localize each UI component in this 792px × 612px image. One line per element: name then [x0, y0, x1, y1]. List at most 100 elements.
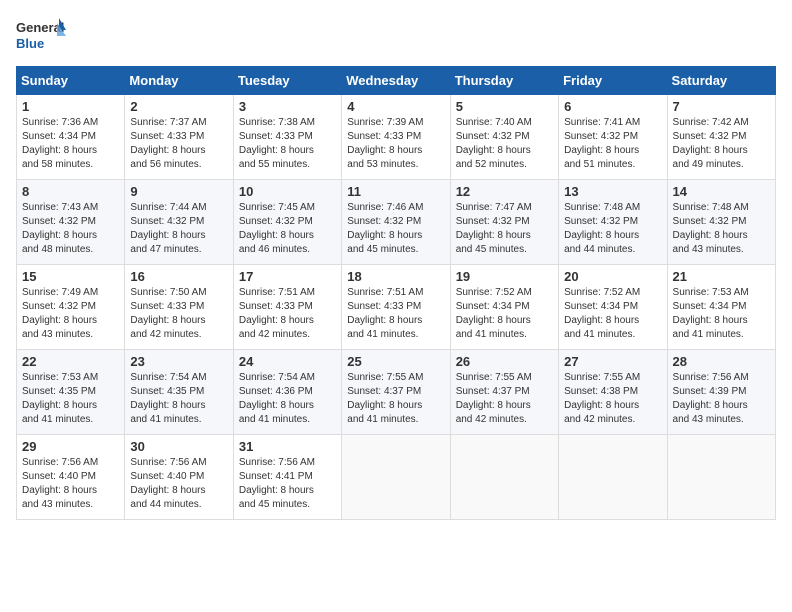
day-number: 23 — [130, 354, 227, 369]
cell-info: Sunrise: 7:42 AM Sunset: 4:32 PM Dayligh… — [673, 116, 770, 172]
table-row: 18 Sunrise: 7:51 AM Sunset: 4:33 PM Dayl… — [342, 265, 450, 350]
table-row: 16 Sunrise: 7:50 AM Sunset: 4:33 PM Dayl… — [125, 265, 233, 350]
cell-info: Sunrise: 7:39 AM Sunset: 4:33 PM Dayligh… — [347, 116, 444, 172]
day-number: 24 — [239, 354, 336, 369]
cell-info: Sunrise: 7:37 AM Sunset: 4:33 PM Dayligh… — [130, 116, 227, 172]
cell-info: Sunrise: 7:49 AM Sunset: 4:32 PM Dayligh… — [22, 286, 119, 342]
table-row: 19 Sunrise: 7:52 AM Sunset: 4:34 PM Dayl… — [450, 265, 558, 350]
col-header-sunday: Sunday — [17, 67, 125, 95]
cell-info: Sunrise: 7:51 AM Sunset: 4:33 PM Dayligh… — [239, 286, 336, 342]
day-number: 18 — [347, 269, 444, 284]
cell-info: Sunrise: 7:55 AM Sunset: 4:37 PM Dayligh… — [347, 371, 444, 427]
day-number: 22 — [22, 354, 119, 369]
day-number: 19 — [456, 269, 553, 284]
table-row: 3 Sunrise: 7:38 AM Sunset: 4:33 PM Dayli… — [233, 95, 341, 180]
cell-info: Sunrise: 7:51 AM Sunset: 4:33 PM Dayligh… — [347, 286, 444, 342]
cell-info: Sunrise: 7:53 AM Sunset: 4:34 PM Dayligh… — [673, 286, 770, 342]
table-row — [450, 435, 558, 520]
day-number: 27 — [564, 354, 661, 369]
day-number: 26 — [456, 354, 553, 369]
table-row: 17 Sunrise: 7:51 AM Sunset: 4:33 PM Dayl… — [233, 265, 341, 350]
day-number: 2 — [130, 99, 227, 114]
table-row — [559, 435, 667, 520]
day-number: 3 — [239, 99, 336, 114]
table-row: 22 Sunrise: 7:53 AM Sunset: 4:35 PM Dayl… — [17, 350, 125, 435]
day-number: 12 — [456, 184, 553, 199]
cell-info: Sunrise: 7:55 AM Sunset: 4:38 PM Dayligh… — [564, 371, 661, 427]
col-header-monday: Monday — [125, 67, 233, 95]
day-number: 25 — [347, 354, 444, 369]
cell-info: Sunrise: 7:52 AM Sunset: 4:34 PM Dayligh… — [456, 286, 553, 342]
logo-svg: General Blue — [16, 16, 71, 54]
day-number: 10 — [239, 184, 336, 199]
logo: General Blue — [16, 16, 71, 54]
day-number: 1 — [22, 99, 119, 114]
table-row: 21 Sunrise: 7:53 AM Sunset: 4:34 PM Dayl… — [667, 265, 775, 350]
table-row — [342, 435, 450, 520]
col-header-wednesday: Wednesday — [342, 67, 450, 95]
col-header-friday: Friday — [559, 67, 667, 95]
cell-info: Sunrise: 7:43 AM Sunset: 4:32 PM Dayligh… — [22, 201, 119, 257]
cell-info: Sunrise: 7:46 AM Sunset: 4:32 PM Dayligh… — [347, 201, 444, 257]
table-row: 7 Sunrise: 7:42 AM Sunset: 4:32 PM Dayli… — [667, 95, 775, 180]
day-number: 5 — [456, 99, 553, 114]
table-row: 6 Sunrise: 7:41 AM Sunset: 4:32 PM Dayli… — [559, 95, 667, 180]
table-row: 20 Sunrise: 7:52 AM Sunset: 4:34 PM Dayl… — [559, 265, 667, 350]
table-row: 24 Sunrise: 7:54 AM Sunset: 4:36 PM Dayl… — [233, 350, 341, 435]
table-row: 31 Sunrise: 7:56 AM Sunset: 4:41 PM Dayl… — [233, 435, 341, 520]
cell-info: Sunrise: 7:36 AM Sunset: 4:34 PM Dayligh… — [22, 116, 119, 172]
cell-info: Sunrise: 7:45 AM Sunset: 4:32 PM Dayligh… — [239, 201, 336, 257]
calendar-table: SundayMondayTuesdayWednesdayThursdayFrid… — [16, 66, 776, 520]
cell-info: Sunrise: 7:56 AM Sunset: 4:40 PM Dayligh… — [22, 456, 119, 512]
day-number: 28 — [673, 354, 770, 369]
table-row: 13 Sunrise: 7:48 AM Sunset: 4:32 PM Dayl… — [559, 180, 667, 265]
cell-info: Sunrise: 7:48 AM Sunset: 4:32 PM Dayligh… — [564, 201, 661, 257]
cell-info: Sunrise: 7:48 AM Sunset: 4:32 PM Dayligh… — [673, 201, 770, 257]
cell-info: Sunrise: 7:44 AM Sunset: 4:32 PM Dayligh… — [130, 201, 227, 257]
cell-info: Sunrise: 7:53 AM Sunset: 4:35 PM Dayligh… — [22, 371, 119, 427]
table-row: 23 Sunrise: 7:54 AM Sunset: 4:35 PM Dayl… — [125, 350, 233, 435]
cell-info: Sunrise: 7:52 AM Sunset: 4:34 PM Dayligh… — [564, 286, 661, 342]
day-number: 30 — [130, 439, 227, 454]
table-row: 14 Sunrise: 7:48 AM Sunset: 4:32 PM Dayl… — [667, 180, 775, 265]
day-number: 21 — [673, 269, 770, 284]
table-row: 11 Sunrise: 7:46 AM Sunset: 4:32 PM Dayl… — [342, 180, 450, 265]
day-number: 17 — [239, 269, 336, 284]
cell-info: Sunrise: 7:38 AM Sunset: 4:33 PM Dayligh… — [239, 116, 336, 172]
table-row: 15 Sunrise: 7:49 AM Sunset: 4:32 PM Dayl… — [17, 265, 125, 350]
day-number: 14 — [673, 184, 770, 199]
cell-info: Sunrise: 7:54 AM Sunset: 4:35 PM Dayligh… — [130, 371, 227, 427]
day-number: 9 — [130, 184, 227, 199]
table-row: 5 Sunrise: 7:40 AM Sunset: 4:32 PM Dayli… — [450, 95, 558, 180]
cell-info: Sunrise: 7:40 AM Sunset: 4:32 PM Dayligh… — [456, 116, 553, 172]
col-header-saturday: Saturday — [667, 67, 775, 95]
cell-info: Sunrise: 7:50 AM Sunset: 4:33 PM Dayligh… — [130, 286, 227, 342]
table-row: 8 Sunrise: 7:43 AM Sunset: 4:32 PM Dayli… — [17, 180, 125, 265]
day-number: 7 — [673, 99, 770, 114]
cell-info: Sunrise: 7:55 AM Sunset: 4:37 PM Dayligh… — [456, 371, 553, 427]
cell-info: Sunrise: 7:56 AM Sunset: 4:41 PM Dayligh… — [239, 456, 336, 512]
table-row: 27 Sunrise: 7:55 AM Sunset: 4:38 PM Dayl… — [559, 350, 667, 435]
cell-info: Sunrise: 7:56 AM Sunset: 4:39 PM Dayligh… — [673, 371, 770, 427]
table-row: 9 Sunrise: 7:44 AM Sunset: 4:32 PM Dayli… — [125, 180, 233, 265]
day-number: 15 — [22, 269, 119, 284]
cell-info: Sunrise: 7:47 AM Sunset: 4:32 PM Dayligh… — [456, 201, 553, 257]
day-number: 6 — [564, 99, 661, 114]
table-row: 29 Sunrise: 7:56 AM Sunset: 4:40 PM Dayl… — [17, 435, 125, 520]
page-header: General Blue — [16, 16, 776, 54]
table-row: 25 Sunrise: 7:55 AM Sunset: 4:37 PM Dayl… — [342, 350, 450, 435]
table-row: 4 Sunrise: 7:39 AM Sunset: 4:33 PM Dayli… — [342, 95, 450, 180]
cell-info: Sunrise: 7:54 AM Sunset: 4:36 PM Dayligh… — [239, 371, 336, 427]
day-number: 4 — [347, 99, 444, 114]
table-row — [667, 435, 775, 520]
day-number: 29 — [22, 439, 119, 454]
cell-info: Sunrise: 7:41 AM Sunset: 4:32 PM Dayligh… — [564, 116, 661, 172]
table-row: 2 Sunrise: 7:37 AM Sunset: 4:33 PM Dayli… — [125, 95, 233, 180]
day-number: 31 — [239, 439, 336, 454]
cell-info: Sunrise: 7:56 AM Sunset: 4:40 PM Dayligh… — [130, 456, 227, 512]
table-row: 12 Sunrise: 7:47 AM Sunset: 4:32 PM Dayl… — [450, 180, 558, 265]
table-row: 28 Sunrise: 7:56 AM Sunset: 4:39 PM Dayl… — [667, 350, 775, 435]
table-row: 10 Sunrise: 7:45 AM Sunset: 4:32 PM Dayl… — [233, 180, 341, 265]
table-row: 1 Sunrise: 7:36 AM Sunset: 4:34 PM Dayli… — [17, 95, 125, 180]
table-row: 26 Sunrise: 7:55 AM Sunset: 4:37 PM Dayl… — [450, 350, 558, 435]
